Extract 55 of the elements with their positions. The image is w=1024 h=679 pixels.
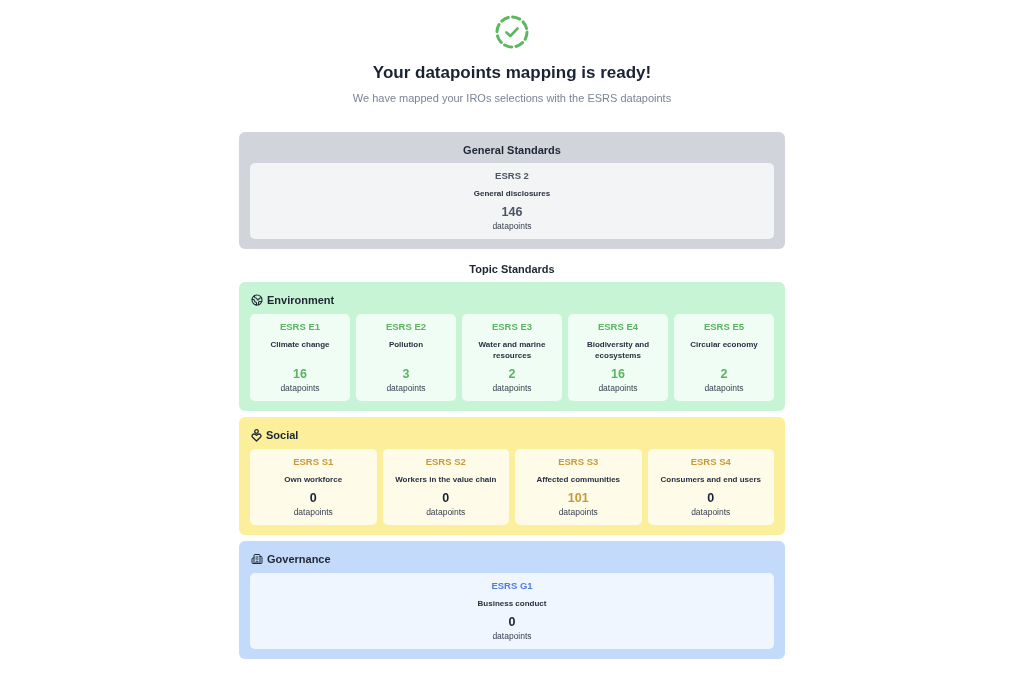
standard-name: Affected communities (536, 474, 621, 485)
datapoint-count: 16 (293, 367, 307, 382)
standard-name: Pollution (388, 339, 424, 350)
datapoint-unit: datapoints (492, 382, 532, 394)
datapoint-count: 0 (707, 491, 715, 506)
datapoint-unit: datapoints (280, 382, 320, 394)
datapoint-unit: datapoints (293, 506, 333, 518)
datapoint-unit: datapoints (492, 220, 532, 232)
standard-code: ESRS S1 (293, 456, 334, 468)
standard-code: ESRS S3 (558, 456, 599, 468)
standard-name: Climate change (270, 339, 330, 350)
topic-title: Social (266, 428, 299, 442)
standard-name: Workers in the value chain (395, 474, 497, 485)
datapoint-count: 0 (309, 491, 317, 506)
globe-icon (251, 294, 263, 306)
datapoint-count: 2 (720, 367, 728, 382)
person-heart-icon (251, 428, 262, 442)
standard-code: ESRS 2 (495, 170, 529, 182)
standard-code: ESRS E3 (491, 321, 533, 333)
check-circle-icon (495, 15, 529, 49)
section-heading: Topic Standards (468, 262, 556, 276)
panel-title: General Standards (462, 144, 562, 157)
standard-name: Consumers and end users (660, 474, 761, 485)
standard-name: Business conduct (477, 598, 547, 609)
datapoint-unit: datapoints (558, 506, 598, 518)
page-subtitle: We have mapped your IROs selections with the ESRS datapoints (352, 91, 672, 105)
datapoint-count: 3 (402, 367, 410, 382)
datapoint-count: 146 (501, 205, 523, 220)
datapoint-count: 2 (508, 367, 516, 382)
datapoint-unit: datapoints (704, 382, 744, 394)
topic-title: Governance (267, 552, 331, 566)
datapoint-unit: datapoints (426, 506, 466, 518)
standard-code: ESRS G1 (491, 580, 533, 592)
standard-name: General disclosures (473, 188, 551, 199)
datapoint-count: 0 (508, 615, 516, 630)
standard-name: Own workforce (284, 474, 343, 485)
standard-name: Biodiversity and ecosystems (585, 339, 651, 361)
datapoint-count: 0 (442, 491, 450, 506)
page-title: Your datapoints mapping is ready! (372, 62, 652, 84)
standard-name: Water and marine resources (477, 339, 547, 361)
standard-name: Circular economy (690, 339, 758, 350)
standard-code: ESRS E5 (703, 321, 745, 333)
datapoint-count: 16 (611, 367, 625, 382)
standard-code: ESRS E2 (385, 321, 427, 333)
standard-code: ESRS S2 (425, 456, 466, 468)
standard-code: ESRS E1 (279, 321, 321, 333)
datapoint-unit: datapoints (386, 382, 426, 394)
standard-code: ESRS E4 (597, 321, 639, 333)
standard-code: ESRS S4 (690, 456, 731, 468)
building-icon (251, 553, 263, 565)
datapoint-count: 101 (567, 491, 589, 506)
datapoint-unit: datapoints (492, 630, 532, 642)
datapoint-unit: datapoints (598, 382, 638, 394)
datapoint-unit: datapoints (691, 506, 731, 518)
topic-title: Environment (267, 293, 335, 307)
